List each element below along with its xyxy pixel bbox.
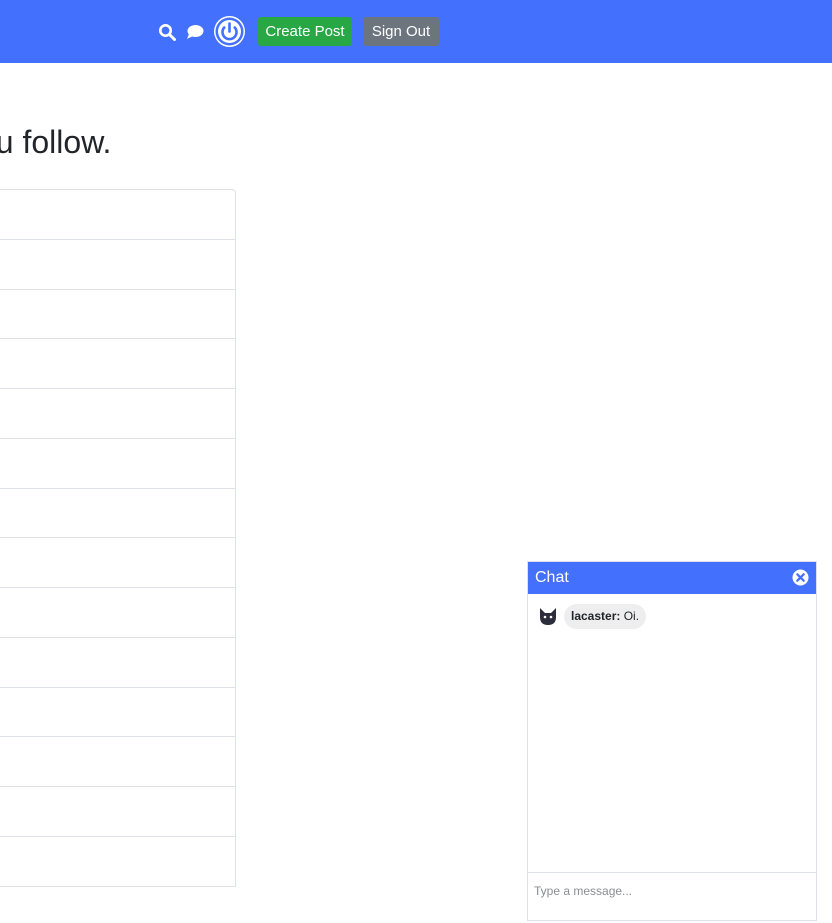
list-item[interactable] (0, 290, 235, 340)
sign-out-button[interactable]: Sign Out (363, 17, 439, 46)
top-navbar: Create Post Sign Out (0, 0, 832, 63)
list-item[interactable] (0, 688, 235, 738)
search-icon[interactable] (158, 23, 176, 41)
chat-input-area (528, 872, 816, 923)
feed-list (0, 189, 236, 887)
create-post-button[interactable]: Create Post (258, 17, 352, 46)
list-item[interactable] (0, 339, 235, 389)
list-item[interactable] (0, 389, 235, 439)
list-item[interactable] (0, 439, 235, 489)
list-item[interactable] (0, 190, 235, 240)
chat-header: Chat (528, 562, 816, 594)
chat-message-input[interactable] (534, 879, 810, 903)
list-item[interactable] (0, 737, 235, 787)
message-text: Oi. (623, 609, 640, 623)
list-item[interactable] (0, 240, 235, 290)
chat-title: Chat (535, 569, 569, 586)
message-username: lacaster: (571, 609, 621, 623)
chat-icon[interactable] (186, 24, 204, 40)
list-item[interactable] (0, 489, 235, 539)
list-item[interactable] (0, 638, 235, 688)
user-avatar-icon[interactable] (214, 16, 245, 47)
list-item[interactable] (0, 787, 235, 837)
close-icon[interactable] (792, 569, 809, 586)
list-item[interactable] (0, 588, 235, 638)
cat-avatar-icon (540, 608, 556, 625)
page-heading: ou follow. (0, 124, 112, 160)
chat-window: Chat lacaster: Oi. (527, 561, 817, 921)
list-item[interactable] (0, 837, 235, 887)
message-bubble: lacaster: Oi. (564, 604, 647, 629)
list-item[interactable] (0, 538, 235, 588)
